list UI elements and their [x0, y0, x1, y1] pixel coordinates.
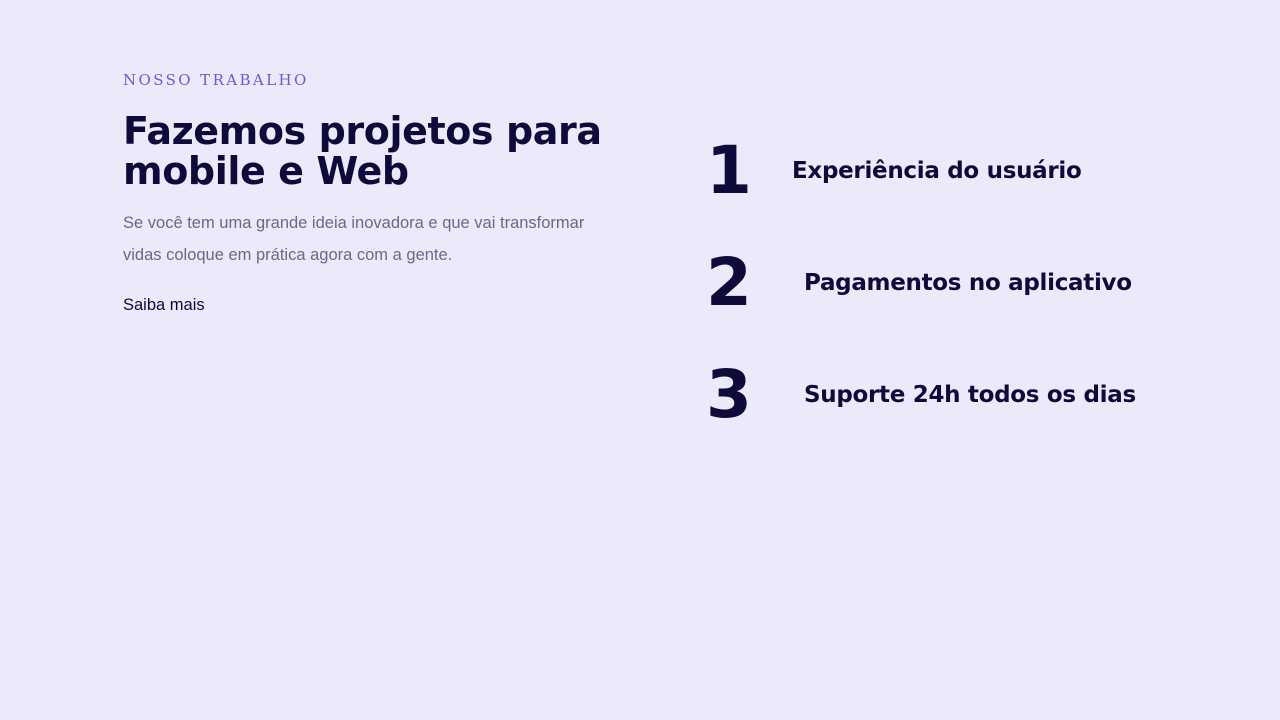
feature-number: 1 — [706, 132, 752, 209]
feature-item-support: 3 Suporte 24h todos os dias — [704, 354, 1184, 436]
features-list: 1 Experiência do usuário 2 Pagamentos no… — [704, 130, 1184, 466]
feature-item-user-experience: 1 Experiência do usuário — [704, 130, 1184, 212]
feature-number: 2 — [706, 244, 752, 321]
section-description: Se você tem uma grande ideia inovadora e… — [123, 214, 585, 264]
feature-item-in-app-payments: 2 Pagamentos no aplicativo — [704, 242, 1184, 324]
section-eyebrow: NOSSO TRABALHO — [123, 71, 309, 89]
work-section-intro: NOSSO TRABALHO Fazemos projetos para mob… — [123, 71, 623, 315]
feature-label: Suporte 24h todos os dias — [804, 382, 1136, 408]
feature-label: Pagamentos no aplicativo — [804, 270, 1132, 296]
learn-more-link[interactable]: Saiba mais — [123, 295, 205, 315]
section-headline: Fazemos projetos para mobile e Web — [123, 109, 602, 193]
feature-label: Experiência do usuário — [792, 158, 1082, 184]
feature-number: 3 — [706, 356, 752, 433]
